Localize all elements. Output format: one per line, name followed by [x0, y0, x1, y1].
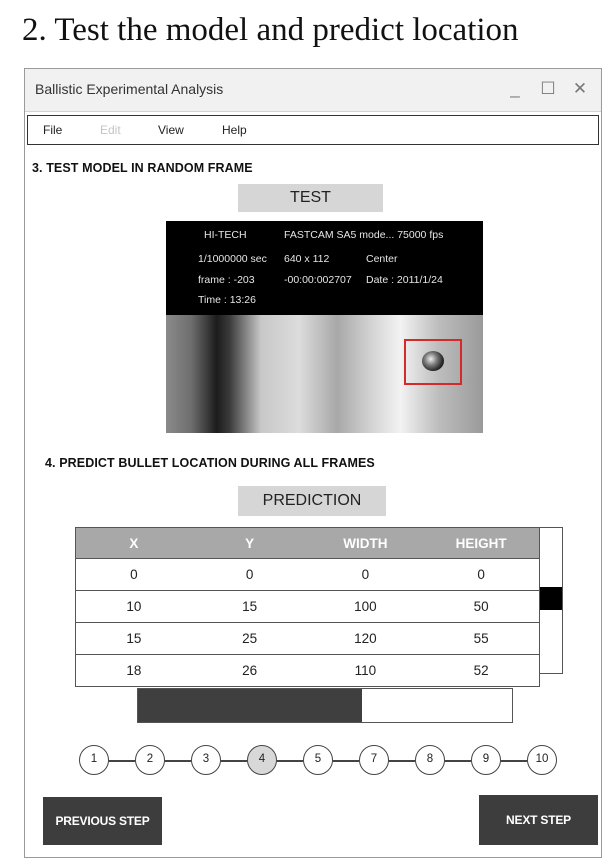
step-connector: [109, 760, 135, 762]
menu-view[interactable]: View: [158, 123, 184, 137]
cell-width: 100: [307, 590, 424, 623]
step-connector: [333, 760, 359, 762]
menu-file[interactable]: File: [43, 123, 62, 137]
frame-number: frame : -203: [198, 274, 255, 286]
step-connector: [277, 760, 303, 762]
cell-x: 0: [76, 558, 192, 591]
step-9[interactable]: 9: [471, 745, 501, 775]
step-10[interactable]: 10: [527, 745, 557, 775]
cell-height: 55: [423, 622, 539, 655]
cell-x: 15: [76, 622, 192, 655]
title-bar: Ballistic Experimental Analysis _ ☐ ✕: [25, 69, 601, 112]
close-icon[interactable]: ✕: [568, 77, 592, 101]
frame-camera: FASTCAM SA5 mode... 75000 fps: [284, 229, 444, 241]
cell-width: 120: [307, 622, 424, 655]
table-header-row: X Y WIDTH HEIGHT: [76, 528, 539, 559]
maximize-icon[interactable]: ☐: [536, 77, 560, 101]
test-frame-image: HI-TECH 1/1000000 sec frame : -203 Time …: [166, 221, 483, 433]
column-header-x: X: [76, 528, 192, 559]
column-header-height: HEIGHT: [423, 528, 539, 559]
table-row[interactable]: 15 25 120 55: [76, 622, 539, 655]
window-title: Ballistic Experimental Analysis: [35, 81, 224, 97]
bullet-icon: [422, 351, 444, 371]
page-heading: 2. Test the model and predict location: [22, 12, 519, 48]
section-test-title: 3. TEST MODEL IN RANDOM FRAME: [32, 161, 253, 175]
cell-x: 18: [76, 654, 192, 686]
menu-bar: File Edit View Help: [27, 115, 599, 145]
prediction-table: X Y WIDTH HEIGHT 0 0 0 0 10 15 100 50 15…: [75, 527, 540, 687]
frame-info-overlay: HI-TECH 1/1000000 sec frame : -203 Time …: [166, 221, 483, 315]
table-row[interactable]: 10 15 100 50: [76, 590, 539, 623]
cell-height: 0: [423, 558, 539, 591]
detection-box: [404, 339, 462, 385]
cell-y: 15: [191, 590, 308, 623]
prediction-progress-bar: [137, 688, 513, 723]
step-connector: [501, 760, 527, 762]
step-connector: [445, 760, 471, 762]
frame-date: Date : 2011/1/24: [366, 274, 443, 286]
app-window: Ballistic Experimental Analysis _ ☐ ✕ Fi…: [24, 68, 602, 858]
menu-edit: Edit: [100, 123, 121, 137]
bullet-frame-photo: [166, 315, 483, 433]
table-row[interactable]: 0 0 0 0: [76, 558, 539, 591]
cell-height: 50: [423, 590, 539, 623]
cell-y: 0: [191, 558, 308, 591]
next-step-button[interactable]: NEXT STEP: [479, 795, 598, 845]
cell-y: 25: [191, 622, 308, 655]
table-scrollbar[interactable]: [539, 527, 563, 674]
cell-x: 10: [76, 590, 192, 623]
step-4[interactable]: 4: [247, 745, 277, 775]
step-3[interactable]: 3: [191, 745, 221, 775]
table-row[interactable]: 18 26 110 52: [76, 654, 539, 686]
frame-timecode: -00:00:002707: [284, 274, 352, 286]
step-connector: [221, 760, 247, 762]
frame-brand: HI-TECH: [204, 229, 247, 241]
cell-height: 52: [423, 654, 539, 686]
column-header-y: Y: [191, 528, 308, 559]
column-header-width: WIDTH: [307, 528, 424, 559]
minimize-icon[interactable]: _: [503, 77, 527, 101]
step-connector: [389, 760, 415, 762]
cell-width: 0: [307, 558, 424, 591]
test-button[interactable]: TEST: [238, 184, 383, 212]
section-predict-title: 4. PREDICT BULLET LOCATION DURING ALL FR…: [45, 456, 375, 470]
progress-fill: [138, 689, 362, 722]
scrollbar-thumb[interactable]: [540, 587, 562, 610]
step-8[interactable]: 8: [415, 745, 445, 775]
previous-step-button[interactable]: PREVIOUS STEP: [43, 797, 162, 845]
prediction-button[interactable]: PREDICTION: [238, 486, 386, 516]
step-7[interactable]: 7: [359, 745, 389, 775]
frame-time: Time : 13:26: [198, 294, 256, 306]
menu-help[interactable]: Help: [222, 123, 247, 137]
step-1[interactable]: 1: [79, 745, 109, 775]
cell-width: 110: [307, 654, 424, 686]
step-2[interactable]: 2: [135, 745, 165, 775]
cell-y: 26: [191, 654, 308, 686]
step-connector: [165, 760, 191, 762]
frame-position: Center: [366, 253, 398, 265]
step-5[interactable]: 5: [303, 745, 333, 775]
frame-resolution: 640 x 112: [284, 253, 330, 265]
frame-exposure: 1/1000000 sec: [198, 253, 267, 265]
